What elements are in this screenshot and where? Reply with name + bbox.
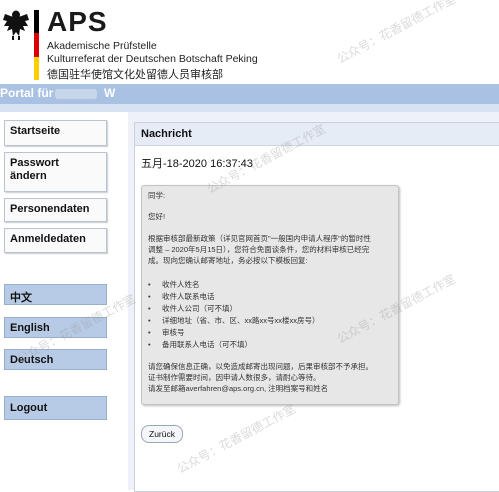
- subtitle-german-2: Kulturreferat der Deutschen Botschaft Pe…: [47, 53, 258, 65]
- message-greeting: 同学:: [148, 191, 166, 200]
- message-paragraph-1-line-3: 成。现向您确认邮寄地址，务必按以下模板回复:: [148, 256, 308, 265]
- list-item: • 备用联系人电话（可不填）: [148, 340, 252, 349]
- list-item-text: 收件人姓名: [162, 280, 200, 289]
- portal-bar: Portal für W: [0, 84, 499, 104]
- list-item: • 收件人联系电话: [148, 292, 215, 301]
- german-flag-stripe: [34, 10, 39, 80]
- list-item: • 详细地址（省、市、区、xx路xx号xx楼xx房号）: [148, 316, 320, 325]
- site-header: APS Akademische Prüfstelle Kulturreferat…: [0, 0, 499, 84]
- back-button[interactable]: Zurück: [141, 425, 183, 443]
- message-panel-header: Nachricht: [135, 123, 499, 146]
- nav-personal-data-button[interactable]: Personendaten: [4, 198, 107, 222]
- list-item: • 收件人公司（可不填）: [148, 304, 237, 313]
- message-date: 五月-18-2020 16:37:43: [141, 158, 253, 170]
- nav-login-data-button[interactable]: Anmeldedaten: [4, 228, 107, 253]
- message-hello: 您好!: [148, 212, 166, 221]
- subtitle-german-1: Akademische Prüfstelle: [47, 40, 157, 52]
- subtitle-chinese: 德国驻华使馆文化处留德人员审核部: [47, 69, 223, 81]
- site-logo-text: APS: [47, 6, 108, 37]
- message-panel: Nachricht 五月-18-2020 16:37:43 同学: 您好! 根据…: [134, 122, 499, 492]
- portal-label: Portal für: [0, 86, 54, 100]
- list-item-text: 详细地址（省、市、区、xx路xx号xx楼xx房号）: [162, 316, 320, 325]
- portal-subbar: [0, 104, 499, 112]
- list-item-text: 收件人联系电话: [162, 292, 215, 301]
- message-body: 同学: 您好! 根据审核部最新政策（详见官网首页"一般国内申请人程序"的暂时性 …: [141, 185, 399, 405]
- message-paragraph-2-line-1: 请您确保信息正确，以免造成邮寄出现问题，后果审核部不予承担。: [148, 362, 373, 371]
- main-content: Nachricht 五月-18-2020 16:37:43 同学: 您好! 根据…: [128, 112, 499, 492]
- logout-button[interactable]: Logout: [4, 396, 107, 420]
- list-item-text: 收件人公司（可不填）: [162, 304, 237, 313]
- message-paragraph-1-line-1: 根据审核部最新政策（详见官网首页"一般国内申请人程序"的暂时性: [148, 234, 371, 243]
- sidebar: Startseite Passwort ändern Personendaten…: [0, 112, 120, 490]
- language-german-button[interactable]: Deutsch: [4, 349, 107, 370]
- language-english-button[interactable]: English: [4, 317, 107, 338]
- message-paragraph-1-line-2: 调整 – 2020年5月15日），您符合免面谈条件，您的材料审核已经完: [148, 245, 370, 254]
- language-chinese-button[interactable]: 中文: [4, 284, 107, 305]
- redacted-user-name: [55, 89, 97, 99]
- list-item-text: 审核号: [162, 328, 185, 337]
- list-item-text: 备用联系人电话（可不填）: [162, 340, 252, 349]
- message-paragraph-2-line-3: 请发至邮箱averfahren@aps.org.cn, 注明档案号和姓名: [148, 384, 329, 393]
- list-item: • 审核号: [148, 328, 185, 337]
- nav-startseite-button[interactable]: Startseite: [4, 120, 107, 146]
- message-title: Nachricht: [141, 128, 192, 140]
- message-paragraph-2-line-2: 证书制作需要时间，因申请人数很多，请耐心等待。: [148, 373, 321, 382]
- list-item: • 收件人姓名: [148, 280, 200, 289]
- portal-name-suffix: W: [104, 86, 116, 100]
- federal-eagle-icon: [3, 10, 29, 40]
- nav-change-password-button[interactable]: Passwort ändern: [4, 152, 107, 192]
